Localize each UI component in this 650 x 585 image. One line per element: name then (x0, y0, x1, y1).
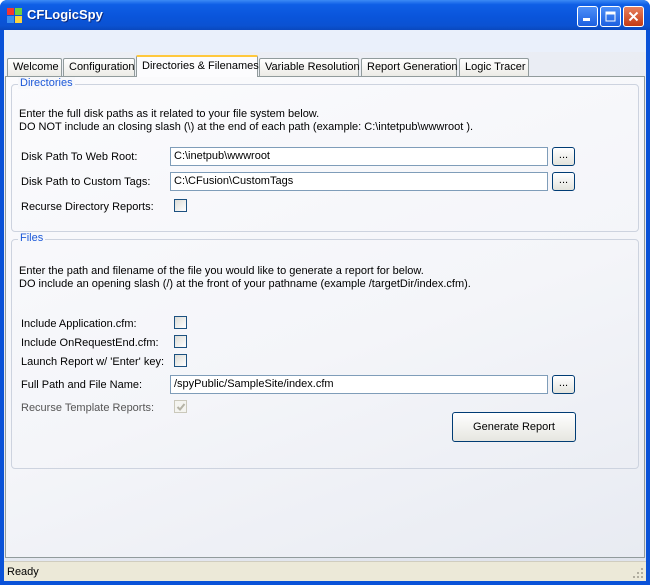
files-instruction-1: Enter the path and filename of the file … (19, 265, 424, 277)
recurse-directory-label: Recurse Directory Reports: (21, 201, 154, 213)
tab-welcome[interactable]: Welcome (7, 58, 62, 76)
close-button[interactable] (623, 6, 644, 27)
tab-report-generation[interactable]: Report Generation (361, 58, 458, 76)
recurse-template-checkbox[interactable] (174, 400, 187, 413)
include-onrequestend-checkbox[interactable] (174, 335, 187, 348)
web-root-input[interactable]: C:\inetpub\wwwroot (170, 147, 548, 166)
files-legend: Files (18, 232, 46, 244)
client-area: Welcome Configuration Directories & File… (4, 30, 646, 581)
tab-configuration[interactable]: Configuration (63, 58, 135, 76)
tab-logic-tracer[interactable]: Logic Tracer (459, 58, 529, 76)
toolbar-strip (4, 30, 646, 52)
close-icon (628, 11, 639, 22)
minimize-icon (583, 18, 590, 21)
files-group: Files Enter the path and filename of the… (11, 232, 639, 469)
custom-tags-input[interactable]: C:\CFusion\CustomTags (170, 172, 548, 191)
resize-grip-icon[interactable] (632, 567, 644, 579)
include-onrequestend-label: Include OnRequestEnd.cfm: (21, 337, 159, 349)
custom-tags-label: Disk Path to Custom Tags: (21, 176, 151, 188)
recurse-directory-checkbox[interactable] (174, 199, 187, 212)
generate-report-button[interactable]: Generate Report (452, 412, 576, 442)
launch-enter-label: Launch Report w/ 'Enter' key: (21, 356, 164, 368)
application-window: CFLogicSpy Welcome Configuration Directo… (0, 0, 650, 585)
checkmark-icon (176, 403, 186, 411)
maximize-icon (605, 11, 616, 22)
include-application-label: Include Application.cfm: (21, 318, 137, 330)
minimize-button[interactable] (577, 6, 598, 27)
tab-variable-resolution[interactable]: Variable Resolution (259, 58, 360, 76)
directories-legend: Directories (18, 77, 75, 89)
custom-tags-browse-button[interactable]: ... (552, 172, 575, 191)
tab-directories-filenames[interactable]: Directories & Filenames (136, 55, 259, 77)
include-application-checkbox[interactable] (174, 316, 187, 329)
full-path-browse-button[interactable]: ... (552, 375, 575, 394)
recurse-template-label: Recurse Template Reports: (21, 402, 155, 414)
web-root-browse-button[interactable]: ... (552, 147, 575, 166)
web-root-label: Disk Path To Web Root: (21, 151, 138, 163)
directories-instruction-1: Enter the full disk paths as it related … (19, 108, 320, 120)
full-path-label: Full Path and File Name: (21, 379, 143, 391)
directories-instruction-2: DO NOT include an closing slash (\) at t… (19, 121, 474, 133)
maximize-button[interactable] (600, 6, 621, 27)
status-bar: Ready (4, 561, 646, 581)
tab-panel-directories-filenames: Directories Enter the full disk paths as… (5, 76, 645, 558)
window-title: CFLogicSpy (27, 7, 103, 22)
launch-enter-checkbox[interactable] (174, 354, 187, 367)
directories-group: Directories Enter the full disk paths as… (11, 77, 639, 232)
tab-bar: Welcome Configuration Directories & File… (4, 55, 646, 77)
title-bar[interactable]: CFLogicSpy (0, 0, 650, 30)
files-instruction-2: DO include an opening slash (/) at the f… (19, 278, 471, 290)
app-icon[interactable] (7, 8, 22, 23)
full-path-input[interactable]: /spyPublic/SampleSite/index.cfm (170, 375, 548, 394)
status-text: Ready (7, 566, 39, 578)
